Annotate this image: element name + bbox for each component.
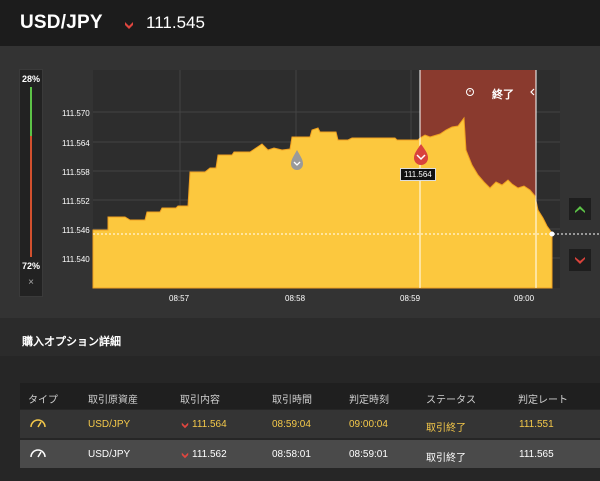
col-content: 取引内容 [180,395,220,406]
x-tick: 09:00 [514,294,535,303]
row-judge-time: 08:59:01 [349,449,388,460]
gauge-icon [29,445,47,462]
x-tick: 08:59 [400,294,421,303]
y-tick: 111.558 [62,168,90,177]
price-chart [92,70,600,289]
col-type: タイプ [28,395,58,406]
col-asset: 取引原資産 [88,395,138,406]
close-icon[interactable]: × [20,277,42,288]
col-status: ステータス [426,395,476,406]
call-ratio: 28% [21,74,40,84]
row-status: 取引終了 [426,453,466,464]
gauge-icon [29,415,47,432]
row-asset: USD/JPY [88,419,131,430]
row-time: 08:58:01 [272,449,311,460]
section-title: 購入オプション詳細 [22,336,121,348]
high-button[interactable] [569,198,591,220]
col-time: 取引時間 [272,395,312,406]
y-tick: 111.564 [62,139,90,148]
row-rate: 111.565 [519,449,554,460]
x-tick: 08:57 [169,294,190,303]
y-tick: 111.540 [62,255,90,264]
put-ratio: 72% [21,261,40,271]
row-price: 111.564 [192,419,227,430]
col-rate: 判定レート [518,395,568,406]
y-tick: 111.552 [62,197,90,206]
col-judge-time: 判定時刻 [349,395,389,406]
row-time: 08:59:04 [272,419,311,430]
call-ratio-fill [30,87,32,136]
down-arrow-icon [181,421,189,432]
row-judge-time: 09:00:04 [349,419,388,430]
y-tick: 111.546 [62,226,90,235]
current-price-dot [549,231,555,237]
x-tick: 08:58 [285,294,306,303]
row-rate: 111.551 [519,419,554,430]
row-asset: USD/JPY [88,449,131,460]
up-arrow-icon [575,206,585,213]
put-ratio-fill [30,136,32,257]
low-button[interactable] [569,249,591,271]
row-status: 取引終了 [426,423,466,434]
y-tick: 111.570 [62,109,90,118]
down-arrow-icon [575,257,585,264]
row-price: 111.562 [192,449,227,460]
down-arrow-icon [181,451,189,462]
expired-label: 終了 [492,89,514,101]
sentiment-bar: 28% 72% × [19,69,43,297]
entry-price-tooltip: 111.564 [400,168,436,181]
